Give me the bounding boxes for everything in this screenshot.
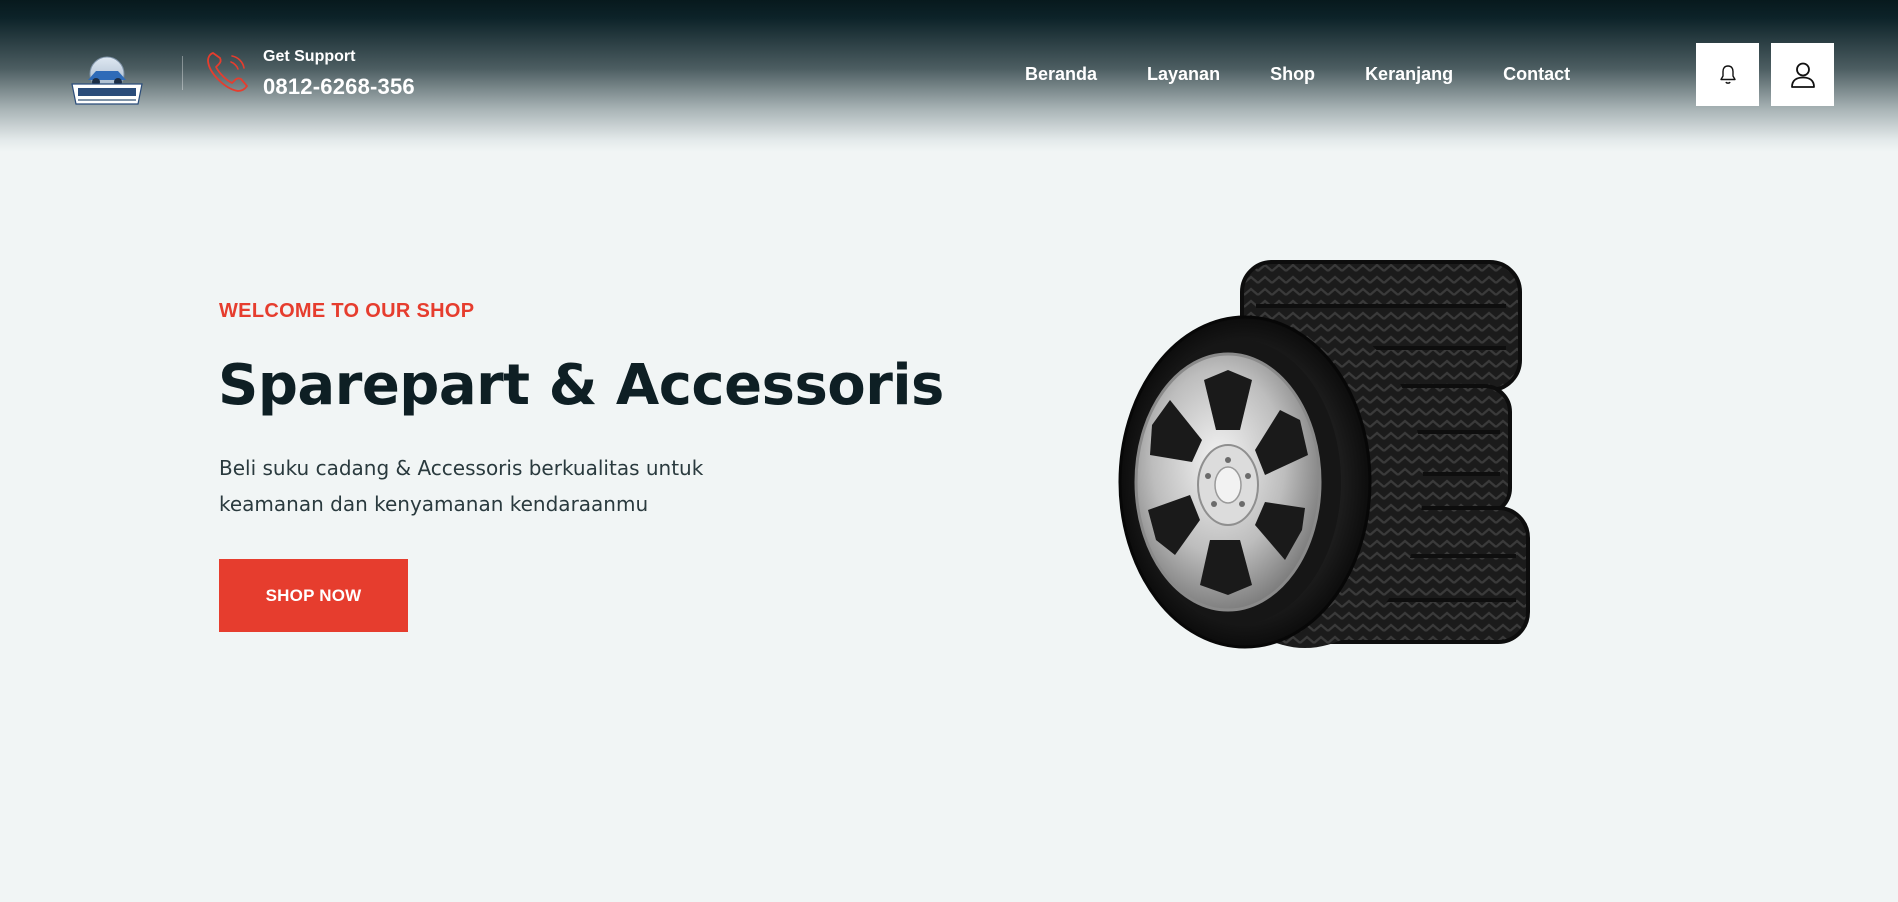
account-button[interactable]	[1771, 43, 1834, 106]
header-divider	[182, 56, 183, 90]
hero-description: Beli suku cadang & Accessoris berkualita…	[219, 456, 704, 516]
user-icon	[1790, 62, 1815, 88]
site-header: Get Support 0812-6268-356 Beranda Layana…	[0, 0, 1898, 152]
notifications-button[interactable]	[1696, 43, 1759, 106]
logo-image[interactable]	[68, 54, 146, 110]
page: Get Support 0812-6268-356 Beranda Layana…	[0, 0, 1898, 902]
main-nav: Beranda Layanan Shop Keranjang Contact	[1000, 62, 1595, 86]
nav-item-contact[interactable]: Contact	[1478, 62, 1595, 86]
phone-icon	[207, 52, 248, 92]
nav-item-layanan[interactable]: Layanan	[1122, 62, 1245, 86]
nav-item-beranda[interactable]: Beranda	[1000, 62, 1122, 86]
hero-eyebrow: WELCOME TO OUR SHOP	[219, 300, 475, 322]
nav-item-shop[interactable]: Shop	[1245, 62, 1340, 86]
support-label: Get Support	[263, 48, 356, 65]
stacked-tires-image	[1118, 260, 1530, 649]
hero-title: Sparepart & Accessoris	[218, 353, 944, 418]
bell-icon	[1719, 64, 1736, 84]
support-phone-number[interactable]: 0812-6268-356	[263, 74, 415, 100]
nav-item-keranjang[interactable]: Keranjang	[1340, 62, 1478, 86]
shop-now-button[interactable]: SHOP NOW	[219, 559, 408, 632]
